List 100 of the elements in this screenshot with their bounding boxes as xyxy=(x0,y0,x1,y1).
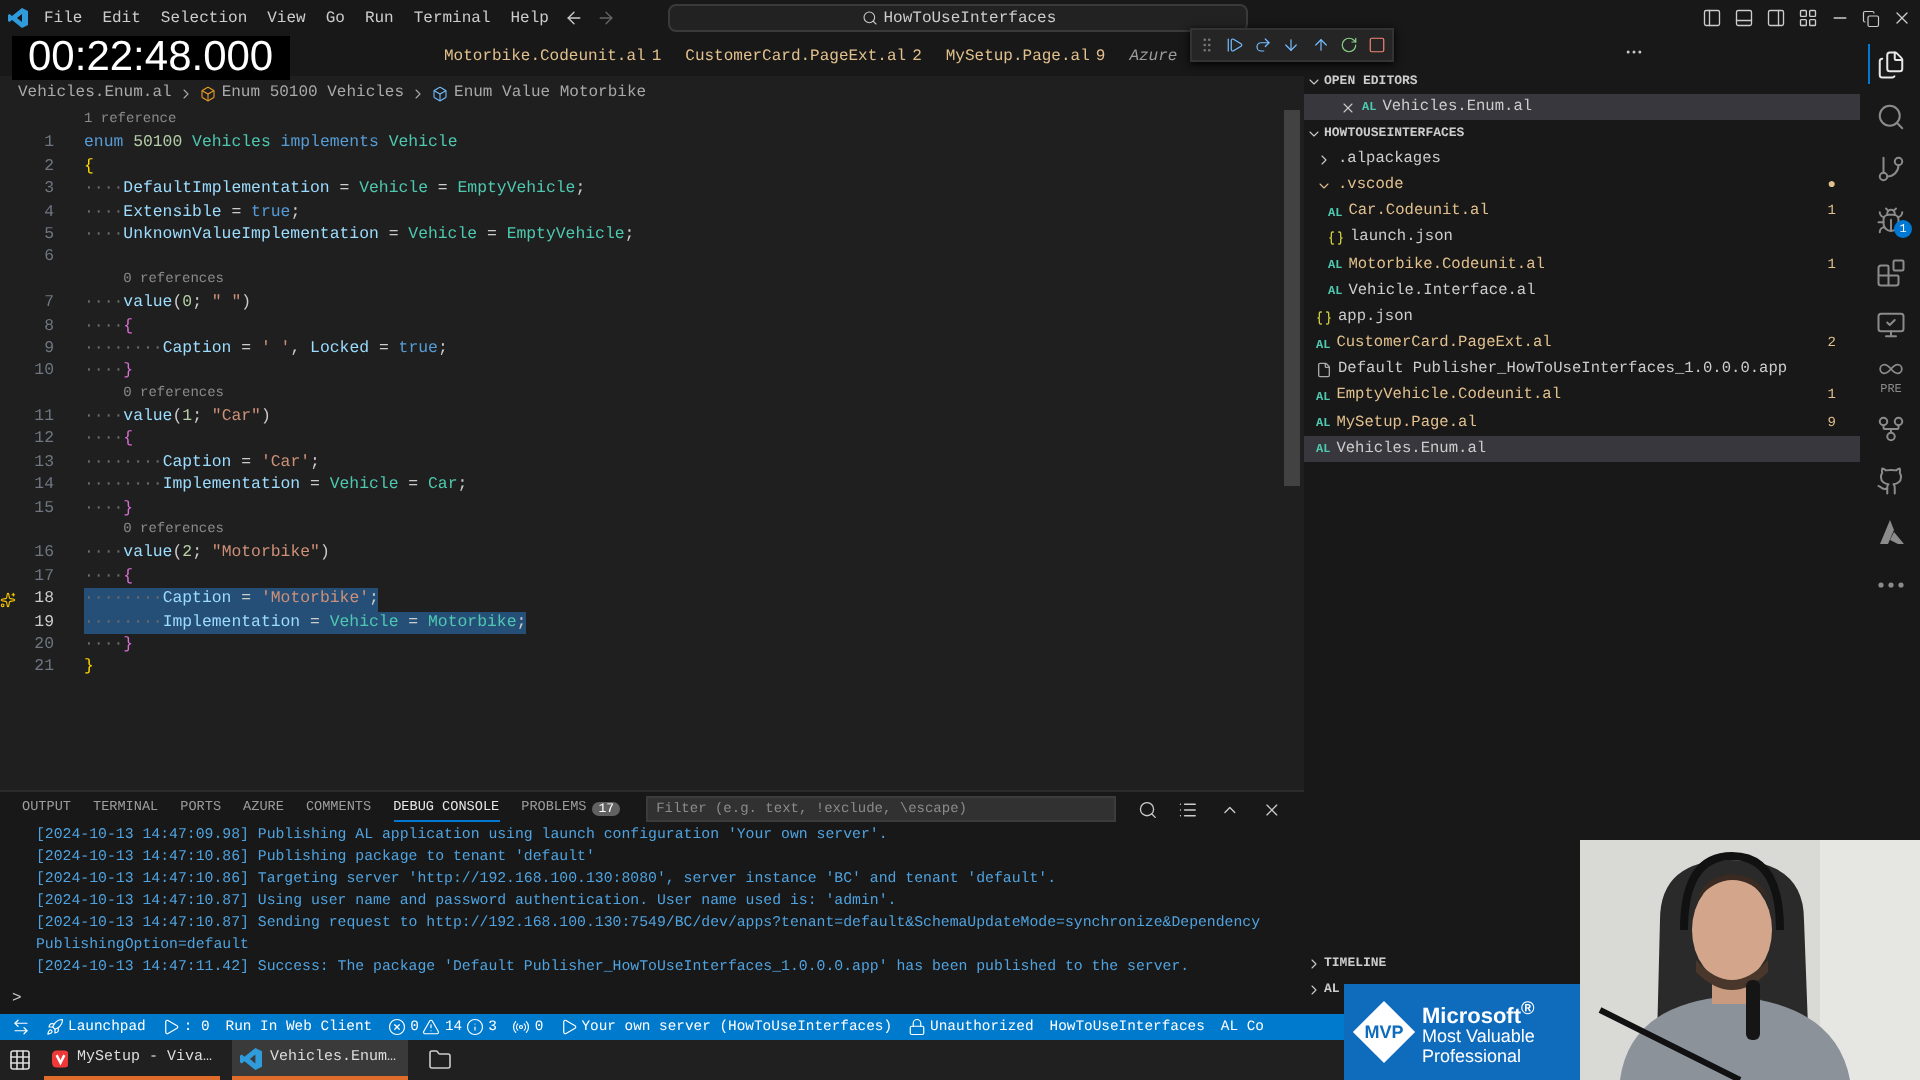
close-icon xyxy=(1340,99,1356,116)
command-center[interactable]: HowToUseInterfaces xyxy=(668,4,1249,32)
search-icon xyxy=(1876,101,1906,131)
line-number: 18 xyxy=(34,588,54,612)
code-line: ····{ xyxy=(84,315,134,338)
braces-icon xyxy=(1328,230,1344,247)
step-over-icon xyxy=(1254,36,1273,54)
sparkle-icon[interactable] xyxy=(0,591,16,608)
search-icon xyxy=(1137,799,1157,819)
line-number: 7 xyxy=(44,292,54,316)
line-number: 5 xyxy=(44,223,54,247)
editor-icon xyxy=(240,1047,262,1069)
line-number: 21 xyxy=(34,656,54,680)
menu-item[interactable]: File xyxy=(40,9,87,27)
code-line: } xyxy=(84,656,94,680)
error-icon xyxy=(388,1018,407,1036)
scrollbar-thumb[interactable] xyxy=(1284,110,1300,486)
forward-arrow-icon xyxy=(596,8,617,28)
line-number: 10 xyxy=(34,360,54,384)
bug-icon xyxy=(1876,205,1906,235)
line-number: 15 xyxy=(34,497,54,521)
menu-item[interactable]: Run xyxy=(360,9,398,27)
menu-item[interactable]: Help xyxy=(506,9,553,27)
code-line: ····value(0; " ") xyxy=(84,292,252,316)
breadcrumb-item[interactable]: Enum Value Motorbike xyxy=(454,84,647,102)
remote-icon xyxy=(12,1018,30,1036)
code-line: ····DefaultImplementation = Vehicle = EmptyVehicle; xyxy=(84,178,586,202)
source-control-icon xyxy=(1876,153,1906,183)
code-line: ········Caption = 'Car'; xyxy=(84,451,320,475)
layout-icon xyxy=(1798,8,1818,28)
stop-icon xyxy=(1368,36,1387,54)
launcher-icon xyxy=(8,1048,32,1072)
menu-item[interactable]: Go xyxy=(321,9,349,27)
line-number: 17 xyxy=(34,565,54,589)
panel-bottom-icon xyxy=(1734,8,1754,28)
close-icon xyxy=(1892,8,1912,28)
menu-item[interactable]: Edit xyxy=(98,9,145,27)
menu-item[interactable]: Terminal xyxy=(409,9,495,27)
grip-icon xyxy=(1197,36,1216,54)
github-icon xyxy=(1876,465,1906,495)
line-number: 14 xyxy=(34,474,54,498)
code-line: ····} xyxy=(84,633,134,657)
mvp-brand: Microsoft$^{®}$ xyxy=(1422,997,1535,1027)
line-number: 2 xyxy=(44,155,54,179)
app-logo-icon xyxy=(8,8,28,28)
line-number: 19 xyxy=(34,611,54,634)
command-center-label: HowToUseInterfaces xyxy=(883,9,1057,27)
code-line: ····value(2; "Motorbike") xyxy=(84,542,330,566)
azure-icon xyxy=(1877,519,1905,545)
braces-icon xyxy=(1316,309,1332,326)
line-number: 9 xyxy=(44,337,54,361)
folder-icon xyxy=(428,1048,452,1072)
line-number: 4 xyxy=(44,201,54,224)
panel-right-icon xyxy=(1766,8,1786,28)
graph-icon xyxy=(1876,413,1906,443)
lock-icon xyxy=(908,1018,927,1036)
code-line: { xyxy=(84,155,94,179)
line-number: 11 xyxy=(34,406,54,429)
enum-member-icon xyxy=(432,85,449,101)
code-line: ········Caption = ' ', Locked = true; xyxy=(84,337,448,361)
close-icon xyxy=(1262,799,1282,819)
code-line: ····Extensible = true; xyxy=(84,201,301,224)
back-arrow-icon xyxy=(564,8,585,28)
breadcrumb-item[interactable]: Vehicles.Enum.al xyxy=(18,84,172,102)
code-line: ····UnknownValueImplementation = Vehicle = EmptyVehicle; xyxy=(84,223,635,247)
menu-item[interactable]: Selection xyxy=(156,9,252,27)
enum-icon xyxy=(199,85,216,101)
mvp-line: Professional xyxy=(1422,1046,1524,1067)
code-line: ····{ xyxy=(84,428,134,452)
code-line: ····value(1; "Car") xyxy=(84,406,271,429)
menu-item[interactable]: View xyxy=(263,9,310,27)
list-icon xyxy=(1178,799,1199,819)
monitor-icon xyxy=(1876,309,1906,339)
code-line: ········Implementation = Vehicle = Car; xyxy=(84,474,468,498)
line-number: 8 xyxy=(44,315,54,338)
browser-icon xyxy=(52,1047,69,1069)
timestamp-overlay: 00:22:48.000 xyxy=(12,36,290,80)
chevron-right-icon xyxy=(1316,151,1332,168)
mvp-badge-text: MVP xyxy=(1364,1022,1404,1042)
line-number: 3 xyxy=(44,178,54,202)
more-icon xyxy=(1878,581,1904,587)
restore-icon xyxy=(1862,9,1880,27)
line-number: 12 xyxy=(34,428,54,452)
rocket-icon xyxy=(46,1018,64,1036)
ports-icon xyxy=(512,1018,531,1036)
code-line: enum 50100 Vehicles implements Vehicle xyxy=(84,132,458,156)
code-line: ····} xyxy=(84,497,134,521)
continue-icon xyxy=(1225,36,1244,54)
step-out-icon xyxy=(1311,36,1330,54)
line-number: 6 xyxy=(44,246,54,270)
info-icon xyxy=(466,1018,485,1036)
mvp-line: Most Valuable xyxy=(1422,1026,1535,1047)
line-number: 20 xyxy=(34,633,54,657)
extensions-icon xyxy=(1876,257,1906,287)
code-line: ····{ xyxy=(84,565,134,589)
line-number: 1 xyxy=(44,132,54,156)
breadcrumb-item[interactable]: Enum 50100 Vehicles xyxy=(221,84,405,102)
code-line: ····} xyxy=(84,360,134,384)
warning-icon xyxy=(422,1018,441,1036)
restart-icon xyxy=(1340,36,1359,54)
